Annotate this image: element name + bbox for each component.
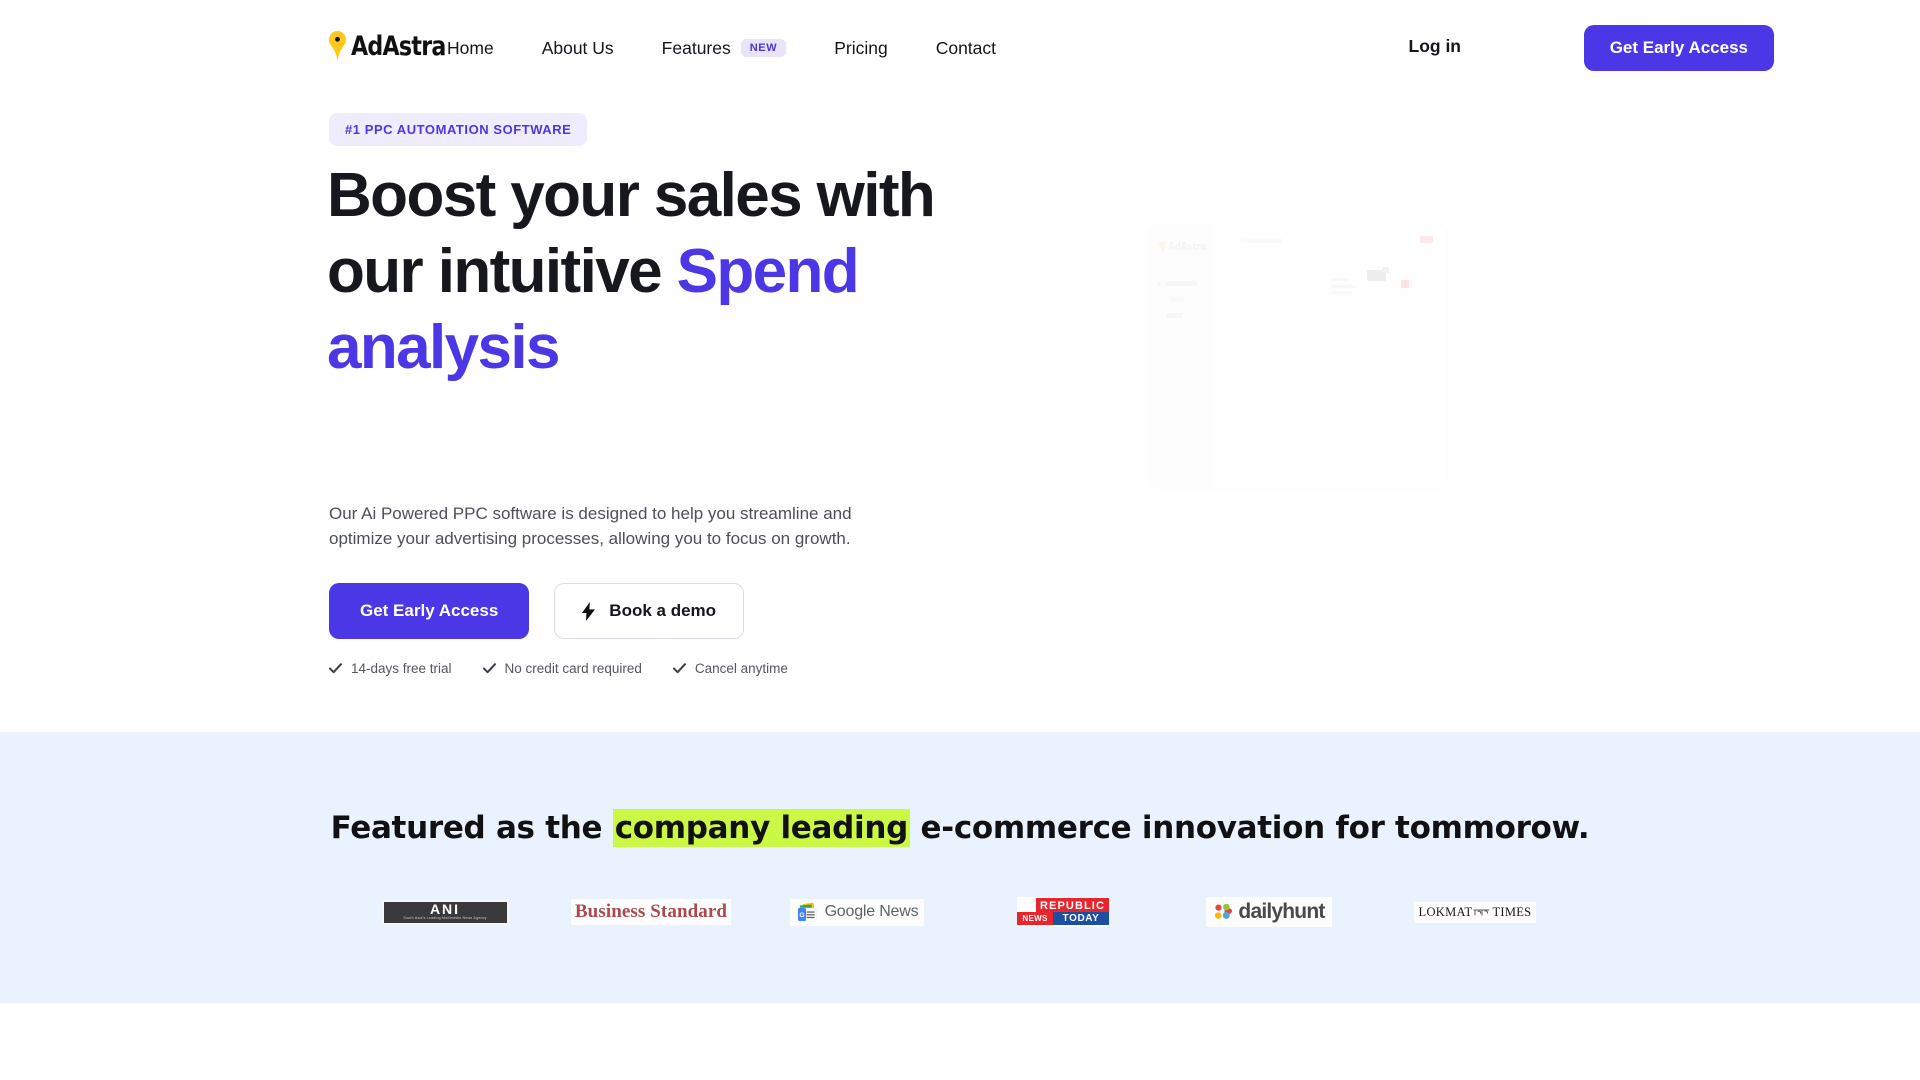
featured-heading: Featured as the company leading e-commer…: [0, 809, 1920, 847]
press-logo-republic-news-today: REPUBLIC NEWS TODAY: [960, 887, 1166, 937]
hero-subcopy: Our Ai Powered PPC software is designed …: [329, 504, 852, 548]
preview-search-field: [1247, 238, 1282, 243]
check-icon: [672, 663, 686, 674]
preview-brand-logo: AdAstra: [1159, 240, 1215, 253]
press-logo-row: ANI South Asia's Leading Multimedia News…: [0, 887, 1920, 937]
lokmat-logo-left-text: LOKMAT: [1418, 904, 1473, 919]
trust-item-cancel-anytime: Cancel anytime: [672, 661, 788, 676]
lokmat-logo-right-text: TIMES: [1492, 904, 1532, 919]
headline-line-3-accent: analysis: [327, 313, 561, 382]
nav-link-home[interactable]: Home: [447, 38, 494, 59]
trust-label-free-trial: 14-days free trial: [351, 661, 452, 676]
hero-headline: Boost your sales with our intuitive Spen…: [327, 158, 1047, 386]
hero-book-a-demo-label: Book a demo: [609, 601, 717, 620]
headline-line-2-plain: our intuitive: [327, 237, 677, 306]
brand-logo[interactable]: AdAstra: [329, 26, 466, 66]
landing-page: AdAstra Home About Us Features NEW Prici…: [0, 0, 1920, 1080]
check-icon: [482, 663, 496, 674]
preview-nav-item-2: [1170, 297, 1184, 302]
preview-content-line-2: [1331, 285, 1356, 288]
press-logo-lokmat-times: LOKMAT TIMES: [1372, 887, 1578, 937]
nav-link-features[interactable]: Features: [662, 38, 731, 59]
trust-label-cancel-anytime: Cancel anytime: [694, 661, 788, 676]
google-news-logo-block: G Google News: [789, 898, 925, 926]
ani-logo-text: ANI: [429, 901, 461, 917]
dailyhunt-petal-icon: [1215, 903, 1233, 919]
republic-logo-news-text: NEWS: [1017, 912, 1053, 925]
nav-new-badge: NEW: [740, 39, 787, 57]
republic-logo-today-text: TODAY: [1053, 912, 1109, 925]
press-logo-google-news: G Google News: [754, 887, 960, 937]
lokmat-devanagari-mark: [1473, 909, 1490, 916]
location-pin-icon: [329, 31, 346, 61]
login-link[interactable]: Log in: [1409, 36, 1461, 57]
trust-item-free-trial: 14-days free trial: [329, 661, 452, 676]
preview-brand-name: AdAstra: [1168, 240, 1207, 253]
trust-label-no-credit-card: No credit card required: [504, 661, 642, 676]
location-pin-icon: [1159, 240, 1166, 253]
google-news-logo-text: Google News: [824, 903, 919, 920]
press-logo-dailyhunt: dailyhunt: [1166, 887, 1372, 937]
top-navigation-bar: AdAstra Home About Us Features NEW Prici…: [0, 0, 1920, 96]
business-standard-logo-text: Business Standard: [570, 899, 732, 925]
hero-trust-indicators: 14-days free trial No credit card requir…: [329, 661, 819, 676]
hero-book-a-demo-button[interactable]: Book a demo: [554, 583, 745, 639]
featured-press-section: Featured as the company leading e-commer…: [0, 732, 1920, 1003]
press-logo-business-standard: Business Standard: [548, 887, 754, 937]
hero-eyebrow-badge: #1 PPC AUTOMATION SOFTWARE: [329, 113, 588, 146]
preview-nav-item-3: [1166, 313, 1183, 318]
hero-cta-group: Get Early Access Book a demo: [329, 583, 745, 639]
nav-link-features-group: Features NEW: [662, 38, 787, 59]
dailyhunt-logo-text: dailyhunt: [1238, 900, 1325, 923]
preview-content-line-1: [1331, 278, 1349, 281]
preview-header-badge: [1420, 236, 1433, 243]
featured-heading-highlight: company leading: [612, 809, 911, 847]
check-icon: [329, 663, 342, 674]
preview-nav-icon: [1157, 282, 1161, 286]
preview-nav-item-1: [1166, 281, 1197, 286]
nav-links: Home About Us Features NEW Pricing Conta…: [447, 0, 996, 96]
nav-link-pricing[interactable]: Pricing: [834, 38, 888, 59]
headline-line-1: Boost your sales with: [327, 161, 936, 230]
preview-alert-block: [1401, 280, 1409, 288]
lokmat-logo-block: LOKMAT TIMES: [1413, 901, 1537, 923]
republic-logo-block: REPUBLIC NEWS TODAY: [1017, 897, 1109, 927]
ani-logo-block: ANI South Asia's Leading Multimedia News…: [381, 899, 509, 925]
nav-get-early-access-button[interactable]: Get Early Access: [1583, 25, 1774, 71]
dailyhunt-logo-block: dailyhunt: [1206, 897, 1332, 927]
featured-heading-after: e-commerce innovation for tommorow.: [910, 810, 1590, 846]
hero-dashboard-preview: AdAstra: [1148, 224, 1448, 489]
nav-link-contact[interactable]: Contact: [936, 38, 996, 59]
preview-metric-chip-secondary: [1382, 267, 1389, 273]
headline-line-2-accent: Spend: [676, 237, 860, 306]
preview-sidebar: [1149, 225, 1211, 488]
nav-link-about-us[interactable]: About Us: [542, 38, 614, 59]
google-news-icon: G: [797, 902, 816, 921]
hero-get-early-access-button[interactable]: Get Early Access: [329, 583, 530, 639]
svg-text:G: G: [799, 912, 804, 919]
republic-logo-top-text: REPUBLIC: [1036, 898, 1109, 913]
trust-item-no-credit-card: No credit card required: [482, 661, 642, 676]
featured-heading-before: Featured as the: [330, 810, 613, 846]
lightning-bolt-icon: [582, 601, 596, 621]
press-logo-ani: ANI South Asia's Leading Multimedia News…: [342, 887, 548, 937]
preview-content-line-3: [1331, 291, 1352, 294]
ani-logo-tagline: South Asia's Leading Multimedia News Age…: [403, 916, 487, 920]
hero-section: #1 PPC AUTOMATION SOFTWARE Boost your sa…: [0, 96, 1920, 732]
preview-search-icon: [1241, 238, 1245, 242]
brand-name: AdAstra: [351, 30, 446, 62]
